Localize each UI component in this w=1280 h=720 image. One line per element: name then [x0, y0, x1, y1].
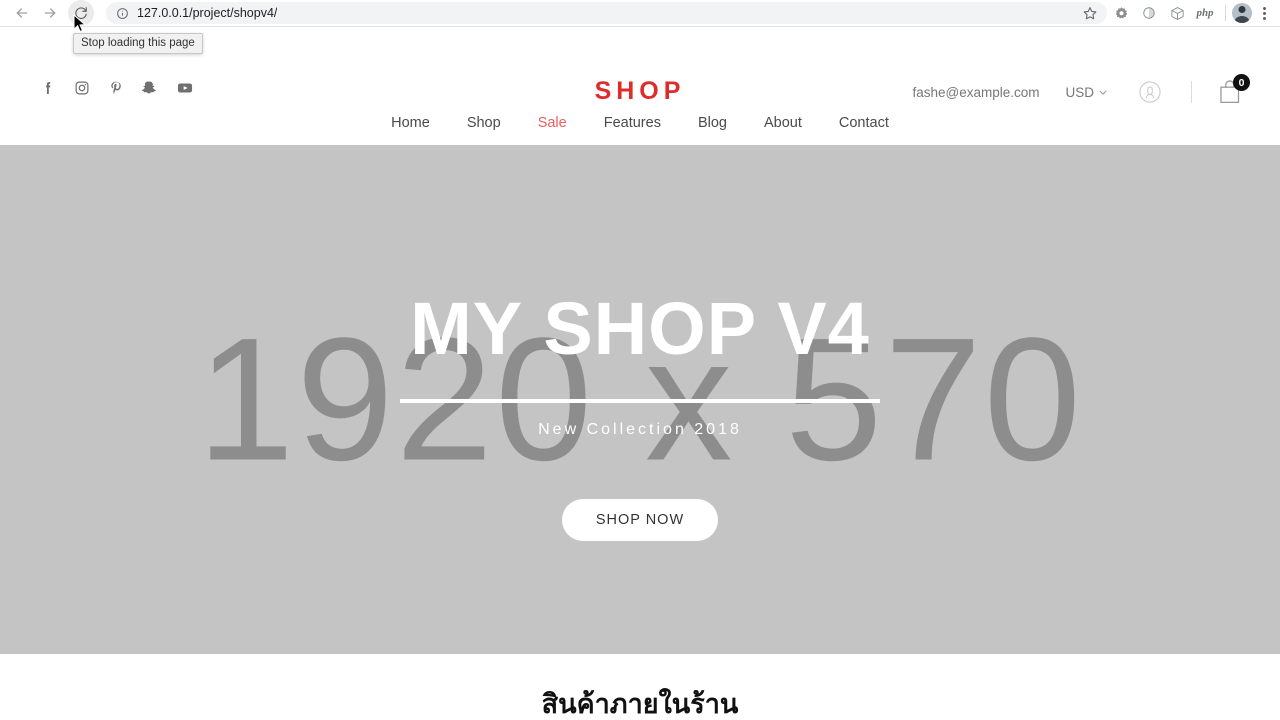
- account-icon[interactable]: [1137, 79, 1163, 105]
- hero-title: MY SHOP V4: [410, 287, 870, 370]
- chrome-menu-icon[interactable]: [1252, 0, 1276, 26]
- profile-avatar[interactable]: [1232, 3, 1252, 23]
- extension-php-icon[interactable]: php: [1191, 0, 1219, 26]
- url-text: 127.0.0.1/project/shopv4/: [137, 6, 278, 20]
- cart-count-badge: 0: [1233, 74, 1250, 91]
- hero-subtitle: New Collection 2018: [538, 421, 742, 438]
- nav-item-shop[interactable]: Shop: [467, 115, 501, 131]
- hero-content: MY SHOP V4 New Collection 2018 SHOP NOW: [0, 145, 1280, 654]
- mouse-cursor: [73, 13, 87, 38]
- extension-moon-icon[interactable]: [1135, 0, 1163, 26]
- site-info-icon[interactable]: [116, 7, 129, 20]
- main-navigation: Home Shop Sale Features Blog About Conta…: [0, 100, 1280, 145]
- forward-button[interactable]: [36, 0, 64, 26]
- extension-php-label: php: [1196, 7, 1214, 19]
- chevron-down-icon: [1099, 88, 1107, 97]
- nav-item-features[interactable]: Features: [604, 115, 661, 131]
- nav-item-about[interactable]: About: [764, 115, 802, 131]
- reload-tooltip: Stop loading this page: [73, 33, 203, 54]
- extension-gear-icon[interactable]: [1107, 0, 1135, 26]
- nav-item-blog[interactable]: Blog: [698, 115, 727, 131]
- currency-selector[interactable]: USD: [1065, 85, 1107, 100]
- currency-label: USD: [1065, 84, 1094, 100]
- hero-divider: [400, 399, 880, 403]
- nav-item-home[interactable]: Home: [391, 115, 430, 131]
- browser-toolbar: 127.0.0.1/project/shopv4/ php: [0, 0, 1280, 27]
- back-button[interactable]: [8, 0, 36, 26]
- bookmark-star-icon[interactable]: [1075, 6, 1097, 20]
- products-section: สินค้าภายในร้าน: [0, 654, 1280, 720]
- products-section-title: สินค้าภายในร้าน: [541, 689, 739, 720]
- shop-now-button[interactable]: SHOP NOW: [561, 499, 719, 541]
- extension-cube-icon[interactable]: [1163, 0, 1191, 26]
- hero-banner: 1920 x 570 MY SHOP V4 New Collection 201…: [0, 145, 1280, 654]
- nav-item-contact[interactable]: Contact: [839, 115, 889, 131]
- cart-button[interactable]: 0: [1218, 74, 1250, 105]
- toolbar-divider: [1225, 5, 1226, 21]
- nav-item-sale[interactable]: Sale: [538, 115, 567, 131]
- address-bar[interactable]: 127.0.0.1/project/shopv4/: [106, 2, 1107, 24]
- account-email[interactable]: fashe@example.com: [912, 85, 1039, 100]
- header-utility-bar: fashe@example.com USD 0: [912, 74, 1250, 105]
- extensions-strip: php: [1107, 0, 1280, 26]
- header-divider: [1191, 81, 1192, 103]
